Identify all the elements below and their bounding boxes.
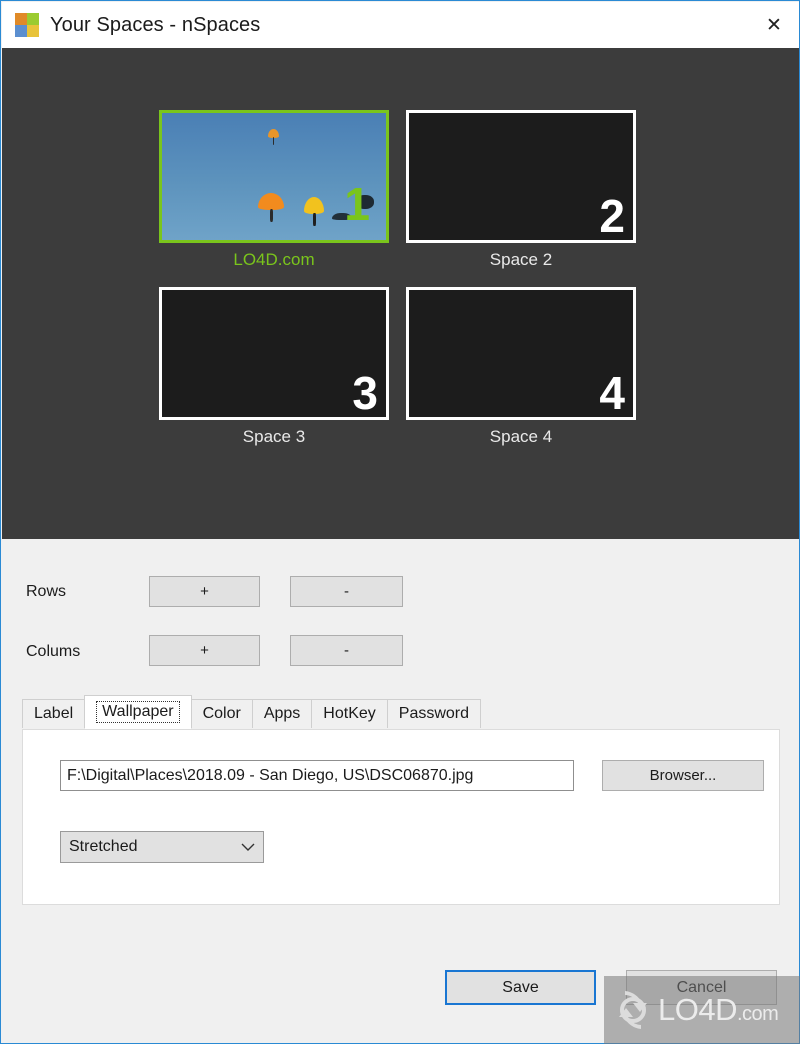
save-button[interactable]: Save: [445, 970, 596, 1005]
wallpaper-fit-select[interactable]: Stretched: [60, 831, 264, 863]
tab-apps[interactable]: Apps: [251, 699, 313, 728]
space-label-1: LO4D.com: [233, 250, 315, 269]
tab-password[interactable]: Password: [386, 699, 482, 728]
space-cell-3[interactable]: 3 Space 3: [159, 287, 389, 447]
space-thumbnail-3[interactable]: 3: [159, 287, 389, 420]
columns-decrement-button[interactable]: -: [290, 635, 403, 666]
space-cell-2[interactable]: 2 Space 2: [406, 110, 636, 270]
tab-hotkey-text: HotKey: [323, 705, 376, 722]
browse-wallpaper-button[interactable]: Browser...: [602, 760, 764, 791]
tab-color-text: Color: [202, 705, 241, 722]
parachute-orange-icon: [258, 193, 284, 223]
rows-decrement-button[interactable]: -: [290, 576, 403, 607]
wallpaper-tab-panel: F:\Digital\Places\2018.09 - San Diego, U…: [22, 729, 780, 905]
close-icon[interactable]: ✕: [748, 2, 799, 48]
rows-increment-button[interactable]: +: [149, 576, 260, 607]
space-label-2: Space 2: [489, 250, 553, 269]
columns-increment-button[interactable]: +: [149, 635, 260, 666]
wallpaper-fit-value: Stretched: [69, 838, 138, 855]
space-number-3: 3: [352, 366, 378, 419]
tab-wallpaper-text: Wallpaper: [96, 701, 180, 723]
tab-label[interactable]: Label: [22, 699, 86, 728]
space-label-3: Space 3: [242, 427, 306, 446]
space-cell-4[interactable]: 4 Space 4: [406, 287, 636, 447]
space-thumbnail-4[interactable]: 4: [406, 287, 636, 420]
space-cell-1[interactable]: 1 LO4D.com: [159, 110, 389, 270]
tab-hotkey[interactable]: HotKey: [311, 699, 388, 728]
space-thumbnail-1[interactable]: 1: [159, 110, 389, 243]
space-label-4: Space 4: [489, 427, 553, 446]
wallpaper-path-input[interactable]: F:\Digital\Places\2018.09 - San Diego, U…: [60, 760, 574, 791]
spaces-grid: 1 LO4D.com 2 Space 2 3 Space 3 4 Space 4: [159, 110, 636, 447]
cancel-button[interactable]: Cancel: [626, 970, 777, 1005]
space-thumbnail-2[interactable]: 2: [406, 110, 636, 243]
title-bar: Your Spaces - nSpaces ✕: [2, 2, 799, 48]
spaces-preview-panel: 1 LO4D.com 2 Space 2 3 Space 3 4 Space 4: [2, 48, 799, 539]
tab-wallpaper[interactable]: Wallpaper: [84, 695, 192, 729]
columns-label: Colums: [26, 643, 81, 660]
space-number-1: 1: [344, 177, 370, 230]
rows-label: Rows: [26, 583, 67, 600]
window-title: Your Spaces - nSpaces: [50, 13, 261, 36]
space-number-2: 2: [599, 189, 625, 242]
tab-password-text: Password: [398, 705, 470, 722]
settings-tabstrip: Label Wallpaper Color Apps HotKey Passwo…: [22, 695, 482, 729]
tab-apps-text: Apps: [263, 705, 301, 722]
space-number-4: 4: [599, 366, 625, 419]
settings-area: Rows + - Colums + - Label Wallpaper Colo…: [2, 539, 799, 1043]
tab-label-text: Label: [34, 705, 74, 722]
parachute-yellow-icon: [304, 197, 324, 227]
parachute-far-icon: [268, 129, 279, 145]
tab-color[interactable]: Color: [190, 699, 253, 728]
chevron-down-icon: [233, 843, 263, 852]
nspaces-logo-icon: [15, 13, 39, 37]
nspaces-window: Your Spaces - nSpaces ✕ 1 LO4D.com 2 Spa…: [0, 0, 800, 1044]
